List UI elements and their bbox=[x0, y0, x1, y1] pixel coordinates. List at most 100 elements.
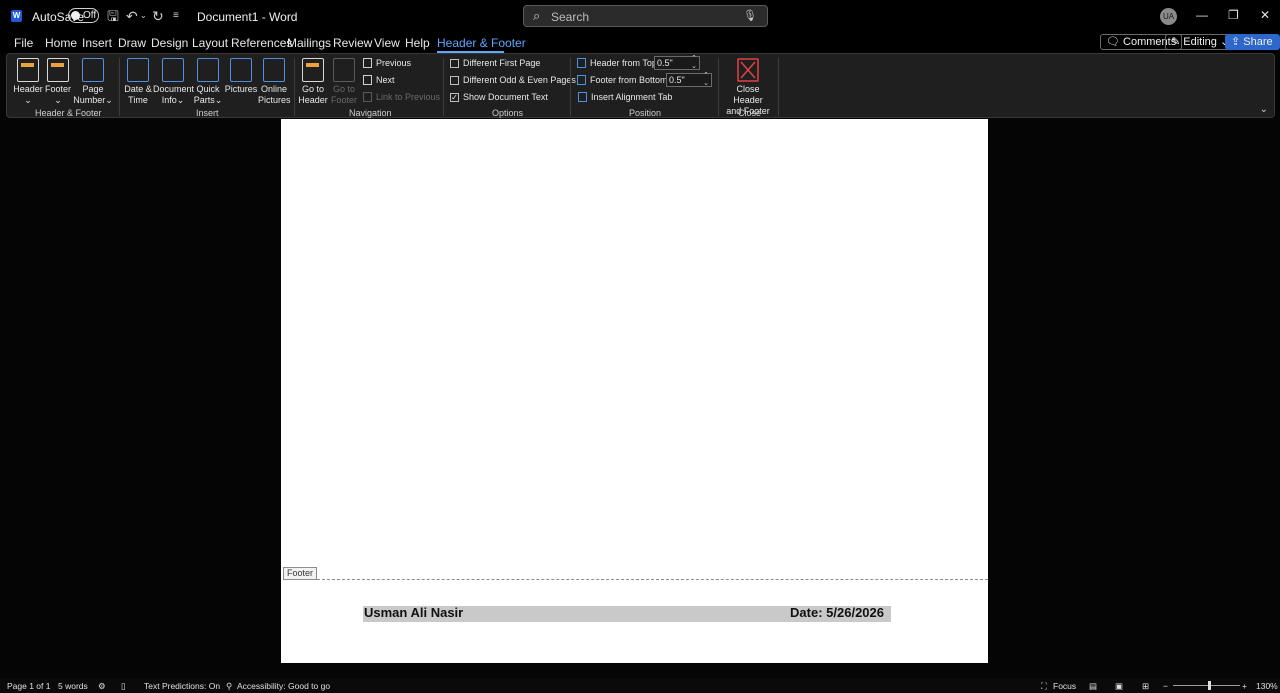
header-from-top-input[interactable]: 0.5" ⌃ ⌄ bbox=[654, 55, 700, 71]
header-button[interactable]: Header ⌄ bbox=[13, 58, 43, 106]
tab-layout[interactable]: Layout bbox=[192, 36, 228, 50]
footer-button[interactable]: Footer ⌄ bbox=[43, 58, 73, 106]
share-button[interactable]: ⇪ Share ⌄ bbox=[1225, 34, 1280, 60]
text-predictions-status[interactable]: Text Predictions: On bbox=[144, 681, 220, 691]
alignment-tab-icon bbox=[578, 92, 587, 102]
customize-toolbar-icon[interactable]: ≡ bbox=[173, 8, 179, 24]
previous-button[interactable]: Previous bbox=[363, 58, 411, 68]
editing-label: Editing bbox=[1183, 36, 1217, 48]
zoom-level[interactable]: 130% bbox=[1256, 681, 1278, 691]
spin-arrows-icon[interactable]: ⌃ ⌄ bbox=[691, 55, 697, 71]
zoom-slider[interactable] bbox=[1173, 685, 1240, 686]
footer-from-bottom-input[interactable]: 0.5" ⌃ ⌄ bbox=[666, 72, 712, 88]
tab-references[interactable]: References bbox=[231, 36, 292, 50]
close-header-footer-icon bbox=[737, 58, 759, 82]
online-pictures-icon bbox=[263, 58, 285, 82]
close-icon[interactable]: ✕ bbox=[1260, 8, 1270, 22]
date-time-button[interactable]: Date & Time bbox=[123, 58, 153, 106]
separator bbox=[778, 58, 779, 116]
tab-home[interactable]: Home bbox=[45, 36, 77, 50]
restore-icon[interactable]: ❐ bbox=[1228, 8, 1239, 22]
group-label-position: Position bbox=[629, 108, 662, 118]
online-pictures-button[interactable]: Online Pictures bbox=[258, 58, 291, 106]
share-icon: ⇪ bbox=[1231, 36, 1244, 48]
tab-design[interactable]: Design bbox=[151, 36, 188, 50]
doc-info-label-2: Info bbox=[161, 95, 177, 105]
accessibility-status[interactable]: Accessibility: Good to go bbox=[237, 681, 330, 691]
tab-help[interactable]: Help bbox=[405, 36, 430, 50]
collapse-ribbon-icon[interactable]: ⌄ bbox=[1260, 104, 1268, 115]
autosave-state: Off bbox=[83, 10, 97, 21]
pictures-button[interactable]: Pictures bbox=[224, 58, 258, 95]
word-count[interactable]: 5 words bbox=[58, 681, 88, 691]
next-label: Next bbox=[376, 75, 395, 85]
print-layout-icon[interactable]: ▣ bbox=[1115, 681, 1123, 692]
insert-alignment-tab-button[interactable]: Insert Alignment Tab bbox=[578, 92, 672, 102]
close-header-footer-label-1: Close Header bbox=[733, 84, 763, 105]
autosave-toggle[interactable]: Off bbox=[68, 8, 99, 23]
group-label-header-footer: Header & Footer bbox=[35, 108, 102, 118]
footer-boundary-line bbox=[317, 579, 988, 580]
focus-button[interactable]: Focus bbox=[1053, 681, 1076, 691]
save-icon[interactable]: 🖫 bbox=[107, 8, 119, 24]
checkbox-checked-icon: ✓ bbox=[450, 92, 459, 102]
ribbon: Header ⌄ Footer ⌄ Page Number⌄ Header & Foo… bbox=[6, 53, 1275, 118]
go-to-footer-button: Go to Footer bbox=[329, 58, 359, 106]
zoom-in-icon[interactable]: + bbox=[1242, 681, 1247, 691]
tab-header-footer[interactable]: Header & Footer bbox=[437, 36, 526, 50]
different-first-page-label: Different First Page bbox=[463, 58, 541, 68]
different-first-page-checkbox[interactable]: Different First Page bbox=[450, 58, 540, 68]
group-label-insert: Insert bbox=[196, 108, 219, 118]
undo-icon[interactable]: ↶ bbox=[126, 8, 138, 24]
quick-parts-button[interactable]: Quick Parts⌄ bbox=[193, 58, 223, 106]
page-number-button[interactable]: Page Number⌄ bbox=[73, 58, 113, 106]
read-mode-icon[interactable]: ▤ bbox=[1089, 681, 1097, 692]
checkbox-unchecked bbox=[450, 58, 459, 68]
page-count[interactable]: Page 1 of 1 bbox=[7, 681, 50, 691]
undo-dropdown-icon[interactable]: ⌄ bbox=[140, 8, 147, 24]
spin-arrows-icon[interactable]: ⌃ ⌄ bbox=[703, 72, 709, 88]
link-icon bbox=[363, 92, 372, 102]
footer-tag: Footer bbox=[283, 567, 318, 580]
proofing-icon[interactable]: ⚙ bbox=[98, 681, 106, 692]
header-from-top-label: Header from Top: bbox=[590, 58, 660, 68]
minimize-icon[interactable]: — bbox=[1196, 8, 1208, 22]
tab-file[interactable]: File bbox=[14, 36, 33, 50]
search-input[interactable]: ⌕ Search 🎙 bbox=[523, 5, 768, 27]
document-info-icon bbox=[162, 58, 184, 82]
book-icon[interactable]: ▯ bbox=[121, 681, 126, 692]
page-number-label-1: Page bbox=[82, 84, 104, 94]
document-page[interactable]: Footer Usman Ali Nasir Date: 5/26/2026 bbox=[281, 119, 988, 663]
dropdown-icon: ⌄ bbox=[24, 95, 32, 105]
show-document-text-checkbox[interactable]: ✓ Show Document Text bbox=[450, 92, 548, 102]
avatar[interactable]: UA bbox=[1160, 8, 1177, 25]
tab-view[interactable]: View bbox=[374, 36, 400, 50]
microphone-icon[interactable]: 🎙 bbox=[743, 9, 757, 22]
tab-insert[interactable]: Insert bbox=[82, 36, 112, 50]
redo-icon[interactable]: ↻ bbox=[152, 8, 164, 24]
document-info-button[interactable]: Document Info⌄ bbox=[153, 58, 194, 106]
online-pictures-label-1: Online bbox=[260, 84, 287, 94]
footer-content[interactable]: Usman Ali Nasir Date: 5/26/2026 bbox=[363, 605, 891, 622]
go-to-footer-icon bbox=[333, 58, 355, 82]
tab-mailings[interactable]: Mailings bbox=[287, 36, 331, 50]
title-bar: W AutoSave Off 🖫 ↶ ⌄ ↻ ≡ Document1 - Wor… bbox=[0, 0, 1280, 32]
zoom-slider-thumb[interactable] bbox=[1208, 681, 1211, 690]
document-title: Document1 - Word bbox=[197, 10, 298, 24]
different-odd-even-checkbox[interactable]: Different Odd & Even Pages bbox=[450, 75, 576, 85]
search-placeholder: Search bbox=[551, 10, 590, 24]
footer-from-bottom-value: 0.5" bbox=[669, 75, 685, 85]
next-button[interactable]: Next bbox=[363, 75, 395, 85]
go-to-header-button[interactable]: Go to Header bbox=[298, 58, 328, 106]
pictures-label: Pictures bbox=[224, 84, 258, 94]
date-time-label-1: Date & bbox=[124, 84, 152, 94]
header-icon bbox=[17, 58, 39, 82]
word-logo-icon: W bbox=[11, 10, 22, 22]
pencil-icon: ✎ bbox=[1171, 36, 1184, 48]
group-label-navigation: Navigation bbox=[349, 108, 392, 118]
zoom-out-icon[interactable]: − bbox=[1163, 681, 1168, 691]
web-layout-icon[interactable]: ⊞ bbox=[1142, 681, 1149, 692]
tab-review[interactable]: Review bbox=[333, 36, 372, 50]
tab-draw[interactable]: Draw bbox=[118, 36, 146, 50]
dropdown-icon: ⌄ bbox=[105, 95, 113, 105]
